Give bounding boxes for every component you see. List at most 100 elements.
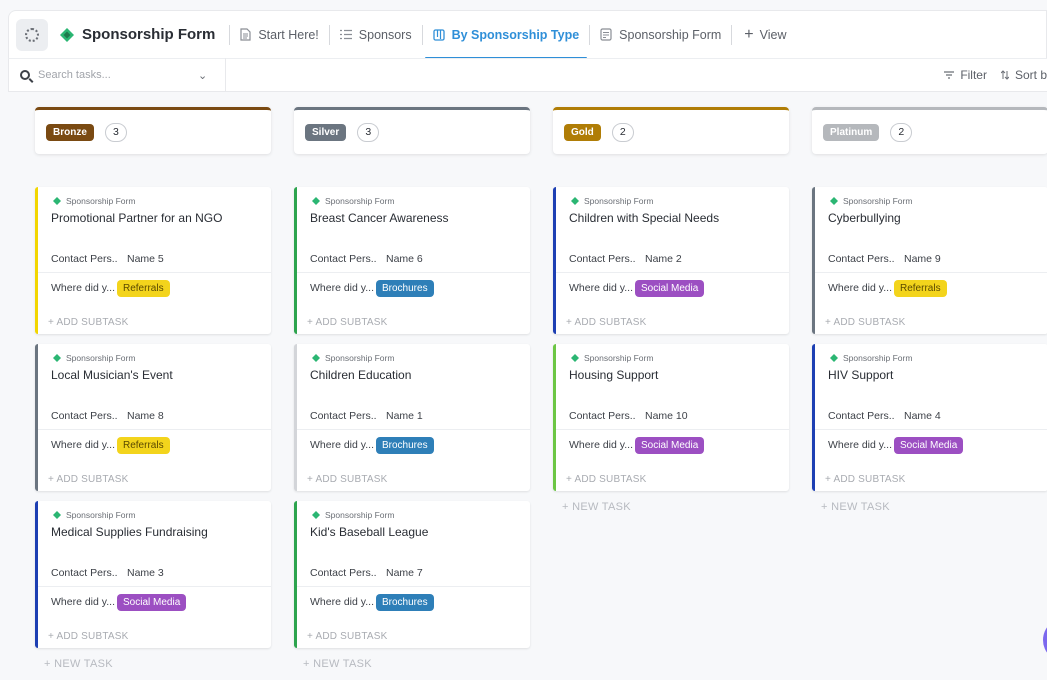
- source-tag[interactable]: Brochures: [376, 279, 434, 297]
- source-tag[interactable]: Referrals: [117, 436, 170, 454]
- task-card[interactable]: Sponsorship Form Medical Supplies Fundra…: [35, 501, 271, 648]
- add-subtask-button[interactable]: + ADD SUBTASK: [825, 474, 906, 485]
- source-tag[interactable]: Social Media: [117, 593, 187, 611]
- card-source-text: Sponsorship Form: [843, 353, 913, 363]
- task-card[interactable]: Sponsorship Form Promotional Partner for…: [35, 187, 271, 334]
- card-title: Medical Supplies Fundraising: [51, 525, 208, 539]
- contact-person-field: Contact Pers... Name 4: [815, 403, 1047, 430]
- tab-start-here[interactable]: Start Here!: [230, 11, 328, 59]
- card-list-source: Sponsorship Form: [297, 187, 530, 206]
- sponsorship-diamond-icon: [312, 511, 320, 519]
- task-card[interactable]: Sponsorship Form Housing Support Contact…: [553, 344, 789, 491]
- add-subtask-button[interactable]: + ADD SUBTASK: [48, 474, 129, 485]
- status-badge: Silver: [305, 123, 347, 141]
- field-label: Contact Pers...: [828, 410, 894, 422]
- field-label: Contact Pers...: [310, 253, 376, 265]
- list-icon: [339, 29, 352, 40]
- add-view-button[interactable]: + View: [732, 11, 798, 59]
- new-task-button[interactable]: + NEW TASK: [812, 501, 1047, 513]
- source-tag[interactable]: Social Media: [635, 436, 705, 454]
- new-task-button[interactable]: + NEW TASK: [35, 658, 271, 670]
- card-list-source: Sponsorship Form: [38, 501, 271, 520]
- card-source-text: Sponsorship Form: [584, 196, 654, 206]
- doc-icon: [240, 28, 251, 41]
- task-count: 2: [890, 122, 913, 142]
- add-subtask-button[interactable]: + ADD SUBTASK: [307, 317, 388, 328]
- add-subtask-button[interactable]: + ADD SUBTASK: [48, 317, 129, 328]
- source-tag[interactable]: Social Media: [635, 279, 705, 297]
- tab-sponsors[interactable]: Sponsors: [330, 11, 422, 59]
- new-task-button[interactable]: + NEW TASK: [553, 501, 789, 513]
- list-status-button[interactable]: [16, 18, 48, 51]
- column-header[interactable]: Platinum 2: [812, 107, 1047, 154]
- task-card[interactable]: Sponsorship Form HIV Support Contact Per…: [812, 344, 1047, 491]
- tab-label: Sponsorship Form: [619, 27, 722, 42]
- card-source-text: Sponsorship Form: [66, 353, 136, 363]
- add-subtask-button[interactable]: + ADD SUBTASK: [307, 474, 388, 485]
- card-list-source: Sponsorship Form: [815, 187, 1047, 206]
- task-card[interactable]: Sponsorship Form Cyberbullying Contact P…: [812, 187, 1047, 334]
- list-title[interactable]: Sponsorship Form: [60, 26, 215, 43]
- sponsorship-diamond-icon: [312, 197, 320, 205]
- search-input[interactable]: [38, 69, 196, 81]
- card-title: Local Musician's Event: [51, 368, 173, 382]
- field-label: Where did y...: [51, 282, 115, 294]
- field-label: Contact Pers...: [310, 567, 376, 579]
- task-card[interactable]: Sponsorship Form Breast Cancer Awareness…: [294, 187, 530, 334]
- add-subtask-button[interactable]: + ADD SUBTASK: [825, 317, 906, 328]
- status-badge: Gold: [564, 123, 601, 141]
- where-did-you-hear-field: Where did y... Referrals: [815, 273, 1047, 303]
- source-tag[interactable]: Social Media: [894, 436, 964, 454]
- task-count: 3: [357, 122, 380, 142]
- where-did-you-hear-field: Where did y... Brochures: [297, 430, 530, 460]
- add-subtask-button[interactable]: + ADD SUBTASK: [48, 631, 129, 642]
- card-title: Promotional Partner for an NGO: [51, 211, 223, 225]
- task-card[interactable]: Sponsorship Form Children with Special N…: [553, 187, 789, 334]
- add-subtask-button[interactable]: + ADD SUBTASK: [566, 474, 647, 485]
- sponsorship-diamond-icon: [53, 197, 61, 205]
- board: Bronze 3 Sponsorship Form Promotional Pa…: [8, 93, 1047, 680]
- board-column-silver: Silver 3 Sponsorship Form Breast Cancer …: [294, 107, 530, 670]
- source-tag[interactable]: Referrals: [894, 279, 947, 297]
- column-header[interactable]: Bronze 3: [35, 107, 271, 154]
- source-tag[interactable]: Referrals: [117, 279, 170, 297]
- sponsorship-diamond-icon: [53, 354, 61, 362]
- search-box: ⌄: [9, 58, 226, 92]
- source-tag[interactable]: Brochures: [376, 593, 434, 611]
- field-label: Contact Pers...: [310, 410, 376, 422]
- task-card[interactable]: Sponsorship Form Children Education Cont…: [294, 344, 530, 491]
- tab-label: By Sponsorship Type: [451, 27, 580, 42]
- field-label: Where did y...: [828, 282, 892, 294]
- field-label: Where did y...: [310, 596, 374, 608]
- new-task-button[interactable]: + NEW TASK: [294, 658, 530, 670]
- where-did-you-hear-field: Where did y... Social Media: [38, 587, 271, 617]
- tab-by-sponsorship-type[interactable]: By Sponsorship Type: [423, 11, 590, 59]
- sponsorship-diamond-icon: [571, 354, 579, 362]
- add-subtask-button[interactable]: + ADD SUBTASK: [307, 631, 388, 642]
- add-subtask-button[interactable]: + ADD SUBTASK: [566, 317, 647, 328]
- board-toolbar: ⌄ Filter Sort b: [8, 58, 1047, 92]
- sort-label: Sort b: [1014, 68, 1047, 82]
- sort-button[interactable]: Sort b: [1000, 68, 1047, 82]
- sponsorship-diamond-icon: [53, 511, 61, 519]
- filter-button[interactable]: Filter: [944, 68, 987, 82]
- field-value: Name 2: [645, 253, 682, 265]
- sort-icon: [1000, 70, 1009, 80]
- where-did-you-hear-field: Where did y... Social Media: [556, 273, 789, 303]
- search-icon: [20, 70, 30, 80]
- field-value: Name 4: [904, 410, 941, 422]
- column-header[interactable]: Silver 3: [294, 107, 530, 154]
- tab-sponsorship-form[interactable]: Sponsorship Form: [590, 11, 731, 59]
- column-header[interactable]: Gold 2: [553, 107, 789, 154]
- chevron-down-icon[interactable]: ⌄: [198, 69, 207, 82]
- contact-person-field: Contact Pers... Name 3: [38, 560, 271, 587]
- where-did-you-hear-field: Where did y... Brochures: [297, 587, 530, 617]
- task-card[interactable]: Sponsorship Form Kid's Baseball League C…: [294, 501, 530, 648]
- task-card[interactable]: Sponsorship Form Local Musician's Event …: [35, 344, 271, 491]
- contact-person-field: Contact Pers... Name 1: [297, 403, 530, 430]
- plus-icon: +: [744, 25, 754, 43]
- source-tag[interactable]: Brochures: [376, 436, 434, 454]
- field-label: Contact Pers...: [569, 253, 635, 265]
- contact-person-field: Contact Pers... Name 6: [297, 246, 530, 273]
- field-value: Name 8: [127, 410, 164, 422]
